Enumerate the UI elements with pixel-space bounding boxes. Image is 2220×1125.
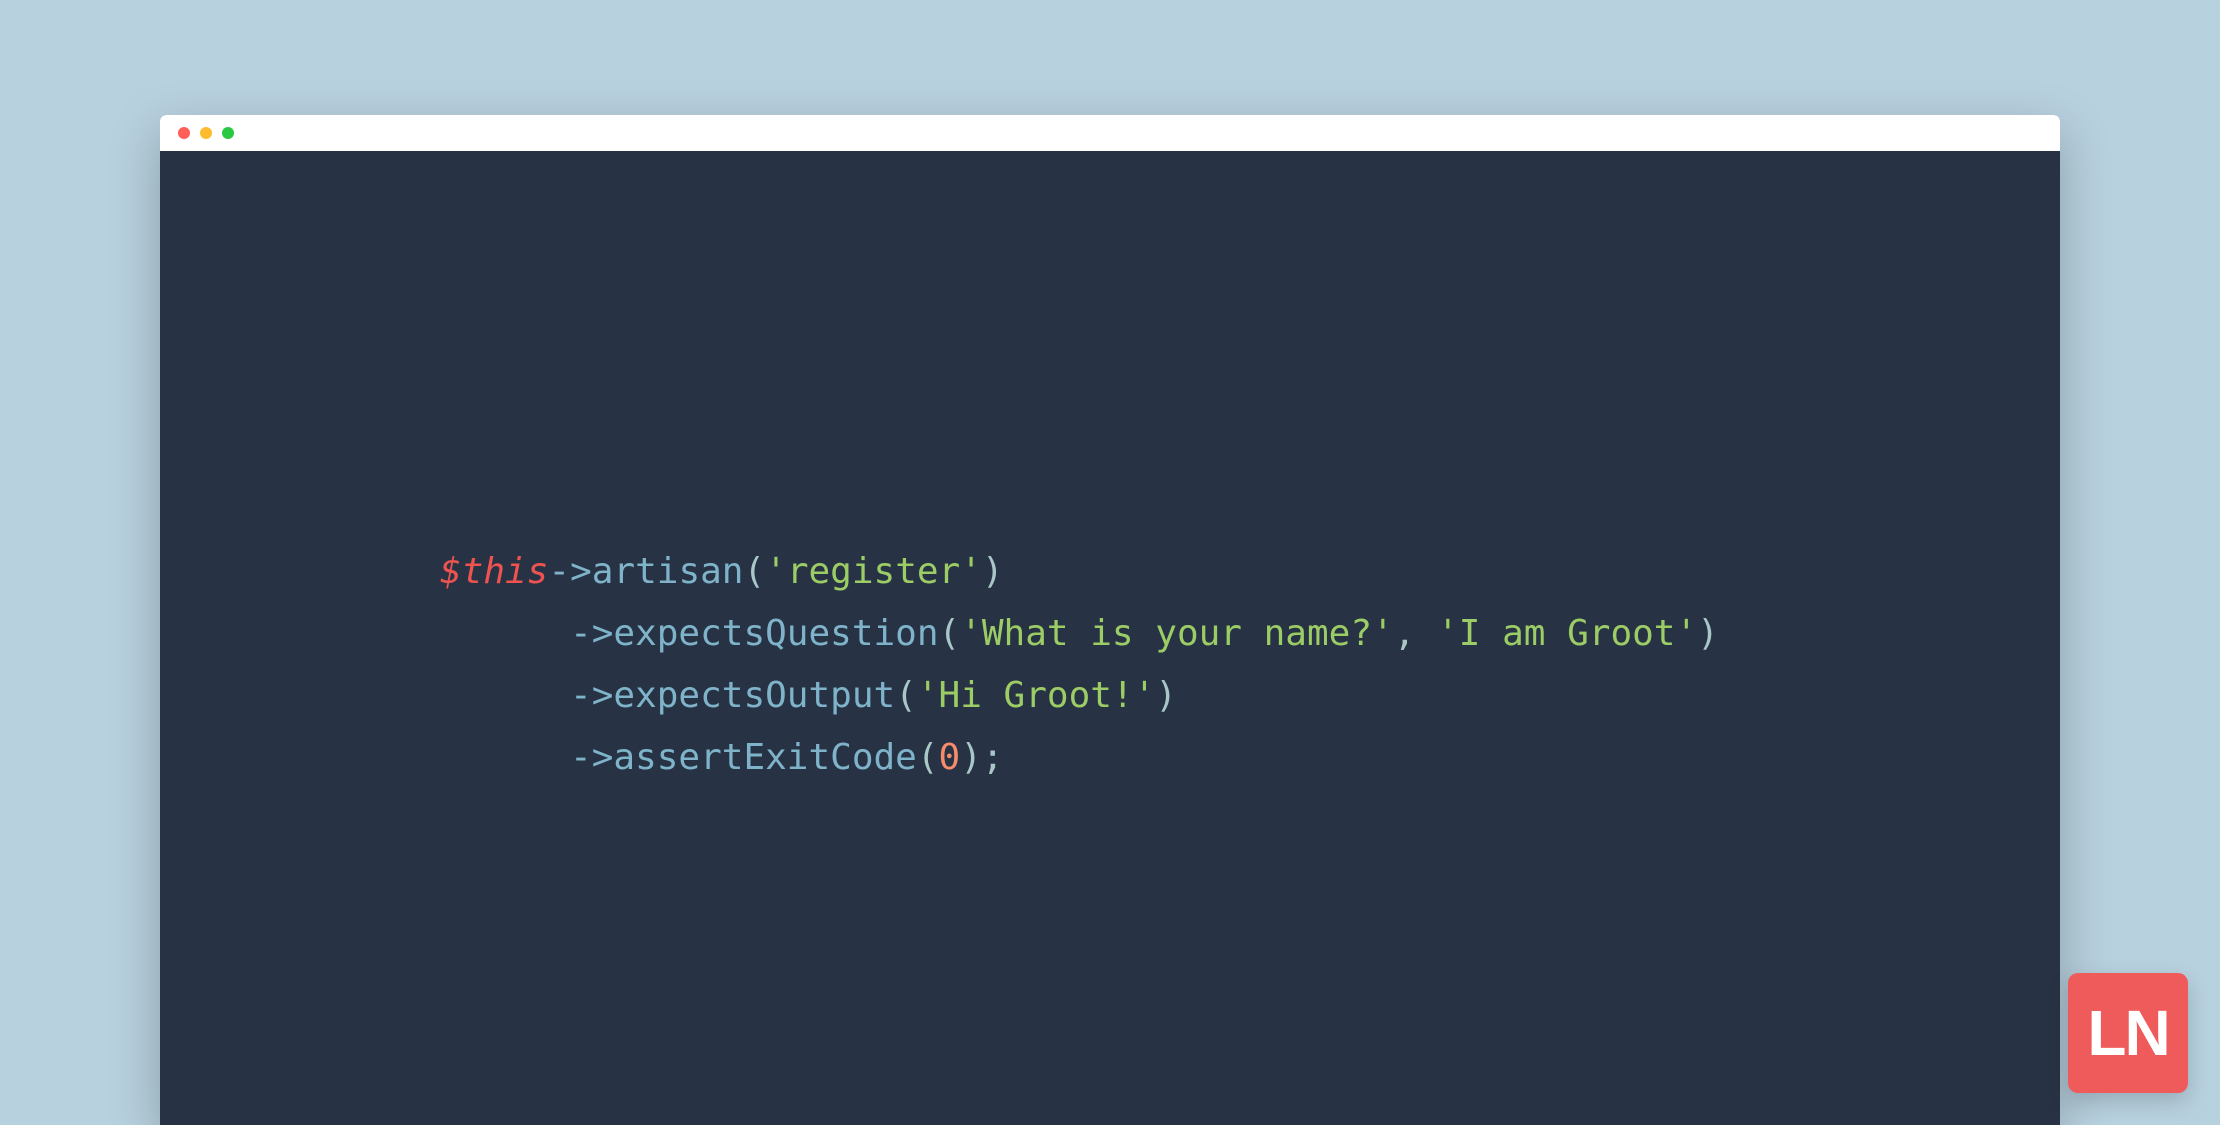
token-number: 0 [939, 737, 961, 778]
token-indent [440, 675, 570, 716]
token-method: expectsOutput [613, 675, 895, 716]
token-close-paren: ) [982, 551, 1004, 592]
token-method: assertExitCode [613, 737, 916, 778]
token-arrow: -> [570, 675, 613, 716]
token-string: 'I am Groot' [1437, 613, 1697, 654]
token-close-paren: ) [1697, 613, 1719, 654]
token-indent [440, 613, 570, 654]
window-titlebar [160, 115, 2060, 151]
token-string: 'register' [765, 551, 982, 592]
token-var-dollar: $ [440, 551, 462, 592]
close-icon[interactable] [178, 127, 190, 139]
token-open-paren: ( [743, 551, 765, 592]
token-var-this: this [462, 551, 549, 592]
code-block: $this->artisan('register') ->expectsQues… [440, 541, 2060, 789]
code-editor: $this->artisan('register') ->expectsQues… [160, 151, 2060, 1125]
token-indent [440, 737, 570, 778]
token-open-paren: ( [939, 613, 961, 654]
token-comma: , [1394, 613, 1437, 654]
token-string: 'What is your name?' [960, 613, 1393, 654]
token-arrow: -> [570, 613, 613, 654]
token-semicolon: ; [982, 737, 1004, 778]
logo-text: LN [2087, 1001, 2168, 1065]
token-open-paren: ( [917, 737, 939, 778]
zoom-icon[interactable] [222, 127, 234, 139]
token-arrow: -> [570, 737, 613, 778]
logo-badge: LN [2068, 973, 2188, 1093]
editor-window: $this->artisan('register') ->expectsQues… [160, 115, 2060, 1125]
token-method: artisan [592, 551, 744, 592]
token-arrow: -> [548, 551, 591, 592]
minimize-icon[interactable] [200, 127, 212, 139]
token-method: expectsQuestion [613, 613, 938, 654]
token-string: 'Hi Groot!' [917, 675, 1155, 716]
token-close-paren: ) [960, 737, 982, 778]
token-close-paren: ) [1155, 675, 1177, 716]
token-open-paren: ( [895, 675, 917, 716]
